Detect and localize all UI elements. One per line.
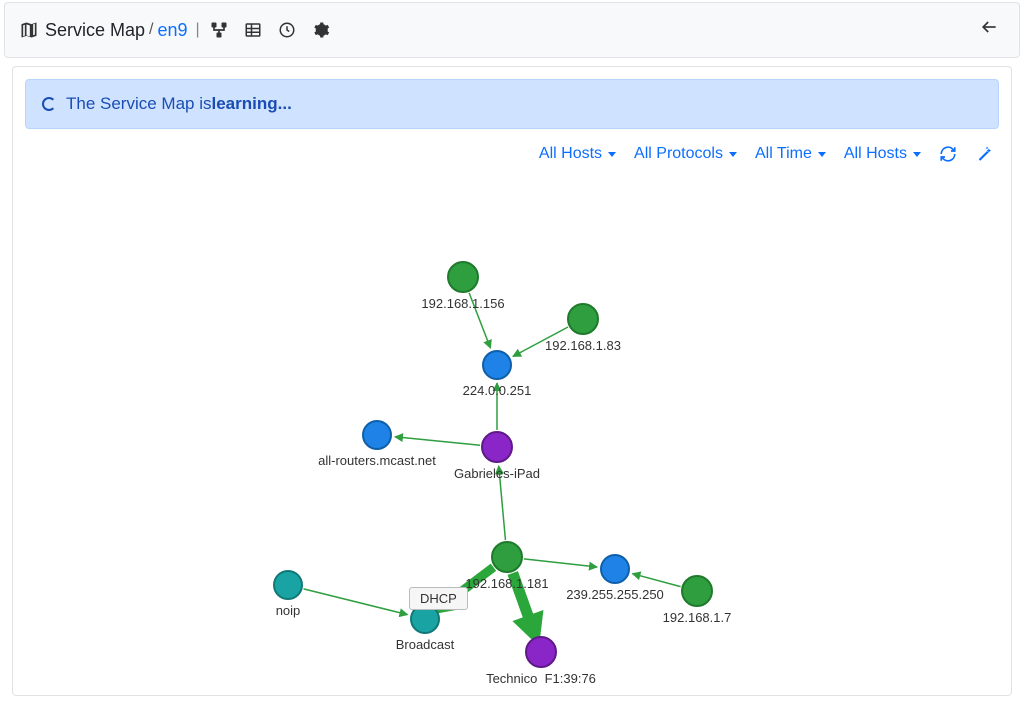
refresh-icon[interactable] xyxy=(939,145,957,163)
interface-link[interactable]: en9 xyxy=(158,20,188,41)
graph-node-label: 192.168.1.83 xyxy=(545,338,621,353)
graph-view-icon[interactable] xyxy=(208,19,230,41)
filter-hosts-2[interactable]: All Hosts xyxy=(844,145,921,163)
graph-node[interactable] xyxy=(482,432,512,462)
graph-node-label: all-routers.mcast.net xyxy=(318,453,436,468)
filter-hosts-1[interactable]: All Hosts xyxy=(539,145,616,163)
graph-edge[interactable] xyxy=(524,559,597,567)
title-separator: / xyxy=(149,21,153,39)
graph-node-label: 192.168.1.7 xyxy=(663,610,732,625)
back-arrow-icon[interactable] xyxy=(973,13,1005,47)
caret-down-icon xyxy=(608,152,616,157)
service-map-graph[interactable]: 192.168.1.156 192.168.1.83 224.0.0.251 all-… xyxy=(25,207,999,683)
filter-protocols[interactable]: All Protocols xyxy=(634,145,737,163)
caret-down-icon xyxy=(818,152,826,157)
graph-node-label: Technico_F1:39:76 xyxy=(486,671,596,683)
graph-node-label: Gabrieles-iPad xyxy=(454,466,540,481)
content-card: The Service Map is learning... All Hosts… xyxy=(12,66,1012,696)
graph-node-label: 192.168.1.156 xyxy=(421,296,504,311)
alert-text: The Service Map is xyxy=(66,94,212,114)
graph-node[interactable] xyxy=(492,542,522,572)
graph-node-label: 224.0.0.251 xyxy=(463,383,532,398)
graph-edge[interactable] xyxy=(395,437,480,446)
graph-node[interactable] xyxy=(363,421,391,449)
learning-alert: The Service Map is learning... xyxy=(25,79,999,129)
graph-node-label: noip xyxy=(276,603,301,618)
table-view-icon[interactable] xyxy=(242,19,264,41)
graph-node[interactable] xyxy=(411,605,439,633)
graph-node[interactable] xyxy=(274,571,302,599)
page-title: Service Map xyxy=(45,20,145,41)
title-pipe: | xyxy=(196,21,200,39)
topbar: Service Map / en9 | xyxy=(4,2,1020,58)
graph-node[interactable] xyxy=(568,304,598,334)
graph-edge[interactable] xyxy=(304,589,408,615)
graph-node[interactable] xyxy=(526,637,556,667)
graph-node-label: 192.168.1.181 xyxy=(465,576,548,591)
caret-down-icon xyxy=(729,152,737,157)
graph-node[interactable] xyxy=(682,576,712,606)
graph-node[interactable] xyxy=(601,555,629,583)
map-icon xyxy=(19,20,39,40)
graph-area[interactable]: 192.168.1.156 192.168.1.83 224.0.0.251 all-… xyxy=(25,207,999,683)
graph-node-label: 239.255.255.250 xyxy=(566,587,664,602)
filters-bar: All Hosts All Protocols All Time All Hos… xyxy=(25,129,999,171)
graph-node[interactable] xyxy=(483,351,511,379)
gear-icon[interactable] xyxy=(310,19,332,41)
graph-node[interactable] xyxy=(448,262,478,292)
alert-strong: learning... xyxy=(212,94,292,114)
magic-wand-icon[interactable] xyxy=(975,145,993,163)
caret-down-icon xyxy=(913,152,921,157)
filter-time[interactable]: All Time xyxy=(755,145,826,163)
spinner-icon xyxy=(42,97,56,111)
graph-edge[interactable] xyxy=(632,574,680,587)
graph-node-label: Broadcast xyxy=(396,637,455,652)
clock-icon[interactable] xyxy=(276,19,298,41)
